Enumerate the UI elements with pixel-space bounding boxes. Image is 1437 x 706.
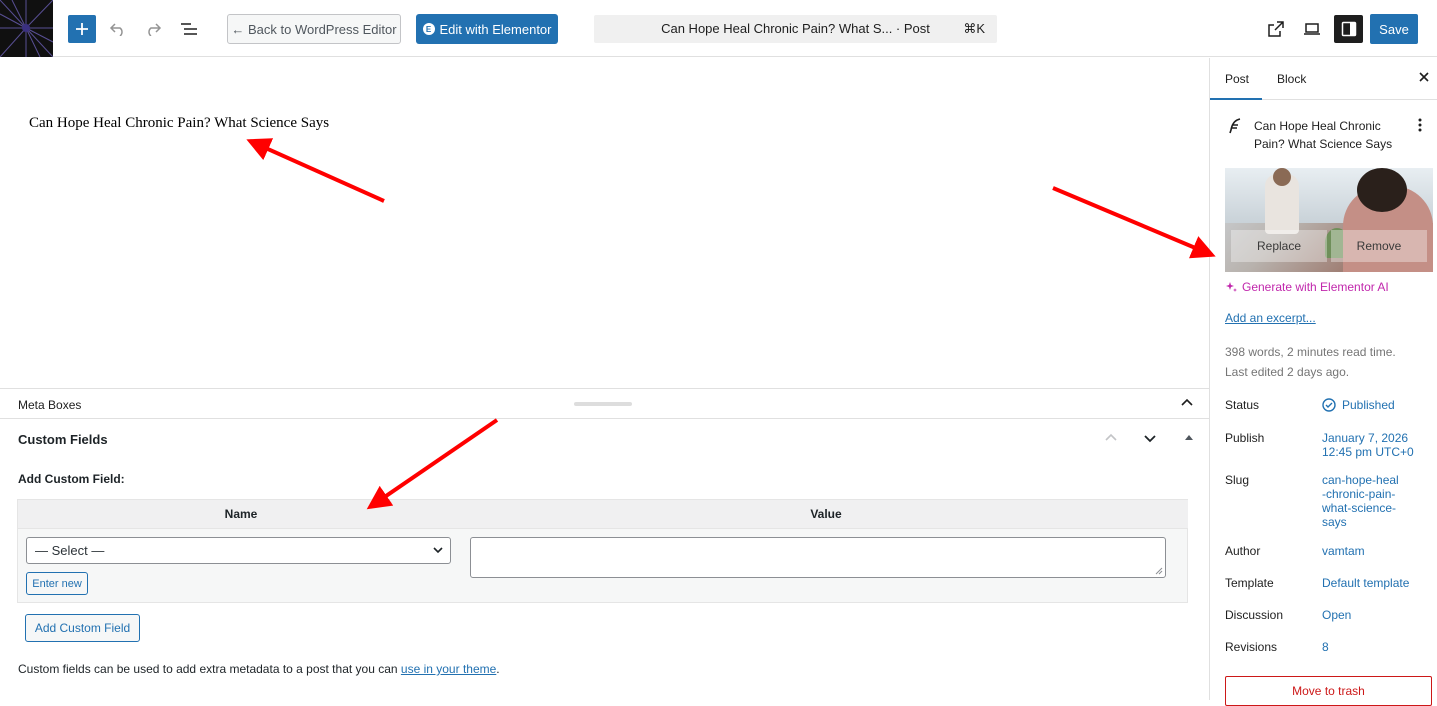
use-in-theme-link[interactable]: use in your theme <box>401 662 496 676</box>
editor-canvas[interactable]: Can Hope Heal Chronic Pain? What Science… <box>0 58 1209 388</box>
post-feather-icon <box>1228 118 1242 137</box>
template-value[interactable]: Default template <box>1322 576 1432 590</box>
undo-button[interactable] <box>104 15 132 43</box>
discussion-label: Discussion <box>1225 608 1284 622</box>
external-link-icon <box>1268 21 1284 37</box>
remove-image-button[interactable]: Remove <box>1331 230 1427 262</box>
status-value[interactable]: Published <box>1322 398 1432 412</box>
sidebar-post-title: Can Hope Heal Chronic Pain? What Science… <box>1254 119 1393 151</box>
command-shortcut: ⌘K <box>963 21 985 36</box>
triangle-up-icon <box>1185 435 1193 440</box>
active-tab-indicator <box>1210 98 1262 100</box>
meta-boxes-panel: Meta Boxes Custom Fields Add Custom Fiel… <box>0 388 1209 700</box>
save-button[interactable]: Save <box>1370 14 1418 44</box>
add-custom-field-label: Add Custom Field: <box>18 472 125 486</box>
preview-device-button[interactable] <box>1298 15 1326 43</box>
post-actions-menu-button[interactable] <box>1418 118 1422 135</box>
site-icon[interactable] <box>0 0 53 57</box>
meta-boxes-label: Meta Boxes <box>18 398 82 412</box>
undo-icon <box>109 23 123 36</box>
word-count: 398 words, 2 minutes read time. <box>1225 345 1396 359</box>
enter-new-button[interactable]: Enter new <box>26 572 88 595</box>
move-up-button[interactable] <box>1103 430 1119 449</box>
back-to-wordpress-editor-button[interactable]: ← Back to WordPress Editor <box>227 14 401 44</box>
custom-fields-title: Custom Fields <box>18 432 108 447</box>
revisions-label: Revisions <box>1225 640 1278 654</box>
chevron-down-icon <box>433 547 443 554</box>
tab-block[interactable]: Block <box>1277 72 1306 86</box>
redo-button[interactable] <box>139 15 167 43</box>
custom-field-table: Name Value — Select — Enter new <box>17 499 1188 603</box>
name-select[interactable]: — Select — <box>26 537 451 564</box>
view-post-button[interactable] <box>1262 15 1290 43</box>
collapse-panel-button[interactable] <box>1183 432 1195 447</box>
settings-sidebar: Post Block Can Hope Heal Chronic Pain? W… <box>1209 58 1437 706</box>
document-title: Can Hope Heal Chronic Pain? What S... · … <box>661 21 930 36</box>
generate-with-elementor-ai-button[interactable]: Generate with Elementor AI <box>1225 280 1389 294</box>
meta-boxes-header[interactable]: Meta Boxes <box>0 389 1209 419</box>
edit-with-elementor-button[interactable]: E Edit with Elementor <box>416 14 558 44</box>
published-check-icon <box>1322 398 1336 412</box>
post-stats: 398 words, 2 minutes read time. Last edi… <box>1225 342 1396 382</box>
elementor-icon: E <box>422 23 435 35</box>
redo-icon <box>148 23 162 36</box>
featured-image[interactable]: Replace Remove <box>1225 168 1433 272</box>
sparkle-icon <box>1226 282 1237 292</box>
image-figure-right-head <box>1357 168 1407 212</box>
help-text: Custom fields can be used to add extra m… <box>18 662 401 676</box>
value-column-header: Value <box>464 500 1188 529</box>
add-excerpt-link[interactable]: Add an excerpt... <box>1225 311 1316 325</box>
resize-grip-icon <box>1155 567 1163 575</box>
close-sidebar-button[interactable] <box>1418 71 1430 86</box>
command-palette-button[interactable]: Can Hope Heal Chronic Pain? What S... · … <box>594 15 997 43</box>
close-icon <box>1419 72 1429 82</box>
sidebar-icon <box>1341 21 1356 37</box>
resize-handle[interactable] <box>574 402 632 406</box>
custom-fields-help: Custom fields can be used to add extra m… <box>18 662 500 676</box>
name-column-header: Name <box>18 500 464 529</box>
tab-post[interactable]: Post <box>1225 72 1249 86</box>
status-text: Published <box>1342 398 1395 412</box>
plus-icon <box>76 23 88 35</box>
sidebar-tabs: Post Block <box>1210 58 1437 100</box>
template-label: Template <box>1225 576 1274 590</box>
list-view-icon <box>181 23 197 35</box>
back-label: ← Back to WordPress Editor <box>231 21 397 37</box>
help-end: . <box>496 662 500 676</box>
add-custom-field-button[interactable]: Add Custom Field <box>25 614 140 642</box>
author-value[interactable]: vamtam <box>1322 544 1432 558</box>
discussion-value[interactable]: Open <box>1322 608 1432 622</box>
slug-label: Slug <box>1225 473 1250 487</box>
meta-boxes-toggle-button[interactable] <box>1180 396 1194 413</box>
generate-ai-label: Generate with Elementor AI <box>1242 280 1389 294</box>
revisions-value[interactable]: 8 <box>1322 640 1432 654</box>
chevron-down-icon <box>1144 435 1156 443</box>
replace-image-button[interactable]: Replace <box>1231 230 1327 262</box>
elementor-label: Edit with Elementor <box>439 21 552 37</box>
move-to-trash-button[interactable]: Move to trash <box>1225 676 1432 706</box>
chevron-up-icon <box>1105 433 1117 441</box>
more-vertical-icon <box>1418 118 1422 132</box>
desktop-icon <box>1304 23 1320 35</box>
post-title[interactable]: Can Hope Heal Chronic Pain? What Science… <box>29 115 329 132</box>
publish-date-value[interactable]: January 7, 2026 12:45 pm UTC+0 <box>1322 431 1432 459</box>
slug-value[interactable]: can-hope-heal-chronic-pain-what-science-… <box>1322 473 1402 529</box>
status-label: Status <box>1225 398 1260 412</box>
value-textarea[interactable] <box>470 537 1166 578</box>
document-overview-button[interactable] <box>175 15 203 43</box>
editor-header: ← Back to WordPress Editor E Edit with E… <box>0 0 1437 57</box>
move-down-button[interactable] <box>1142 430 1158 449</box>
select-value: — Select — <box>35 543 105 558</box>
publish-label: Publish <box>1225 431 1265 445</box>
last-edited: Last edited 2 days ago. <box>1225 365 1350 379</box>
settings-toggle-button[interactable] <box>1334 15 1363 43</box>
image-figure-left-head <box>1273 168 1291 186</box>
chevron-up-icon <box>1181 398 1193 406</box>
author-label: Author <box>1225 544 1261 558</box>
block-inserter-button[interactable] <box>68 15 96 43</box>
